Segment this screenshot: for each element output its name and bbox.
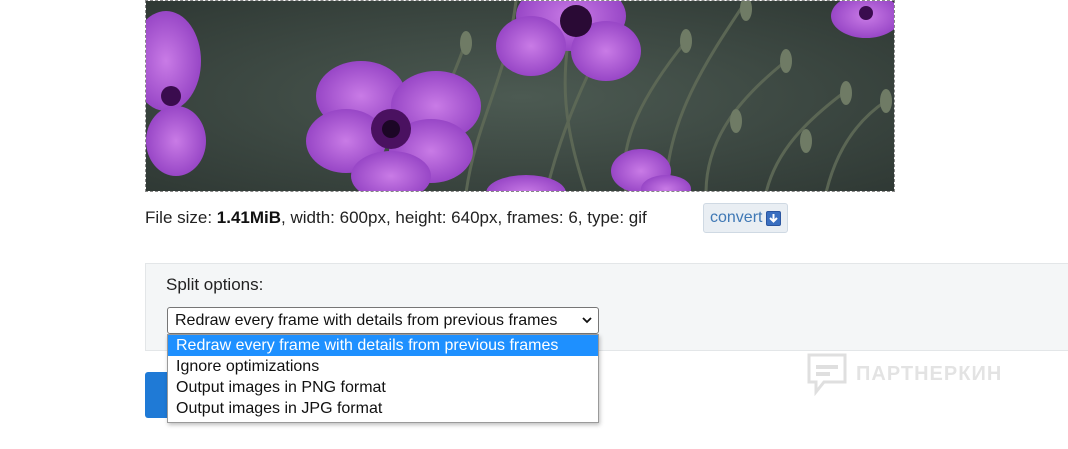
split-options-select[interactable]: Redraw every frame with details from pre… <box>167 307 599 334</box>
chevron-down-icon <box>582 317 592 324</box>
file-size-value: 1.41MiB <box>216 208 282 227</box>
split-options-label: Split options: <box>166 275 264 294</box>
watermark-text: ПАРТНЕРКИН <box>856 362 1003 385</box>
convert-label: convert <box>710 209 763 226</box>
chat-bubble-icon <box>807 353 847 396</box>
gif-preview-image <box>145 0 895 192</box>
option-jpg-format[interactable]: Output images in JPG format <box>168 398 598 419</box>
flower-image <box>146 1 894 191</box>
convert-button[interactable]: convert <box>703 203 789 233</box>
page: File size: 1.41MiB, width: 600px, height… <box>0 0 1068 449</box>
file-size-prefix: File size: <box>145 208 217 227</box>
select-value: Redraw every frame with details from pre… <box>175 312 558 329</box>
watermark: ПАРТНЕРКИН <box>806 352 1002 396</box>
file-details: , width: 600px, height: 640px, frames: 6… <box>281 208 647 227</box>
file-info: File size: 1.41MiB, width: 600px, height… <box>145 208 647 228</box>
split-options-dropdown: Redraw every frame with details from pre… <box>167 334 599 423</box>
option-png-format[interactable]: Output images in PNG format <box>168 377 598 398</box>
download-arrow-icon <box>766 210 782 226</box>
option-ignore-optimizations[interactable]: Ignore optimizations <box>168 356 598 377</box>
option-redraw[interactable]: Redraw every frame with details from pre… <box>168 335 598 356</box>
